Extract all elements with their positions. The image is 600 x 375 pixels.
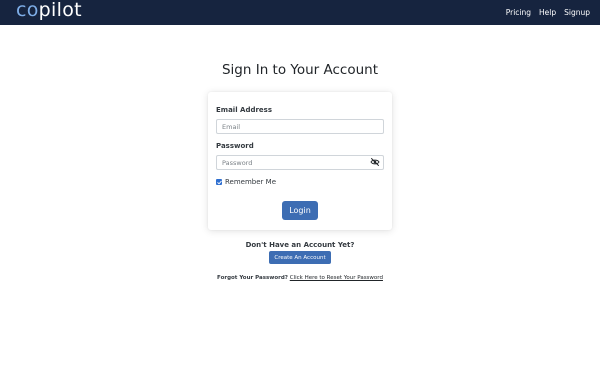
- page-title: Sign In to Your Account: [221, 62, 379, 78]
- remember-me-label: Remember Me: [225, 178, 276, 186]
- brand-logo-co: co: [16, 0, 39, 21]
- create-account-button[interactable]: Create An Account: [269, 251, 331, 264]
- password-label: Password: [216, 142, 254, 150]
- eye-slash-icon[interactable]: [370, 157, 380, 167]
- reset-password-link[interactable]: Click Here to Reset Your Password: [290, 275, 383, 281]
- nav-link-signup[interactable]: Signup: [564, 8, 590, 17]
- remember-me-row: Remember Me: [216, 178, 276, 186]
- forgot-password-row: Forgot Your Password? Click Here to Rese…: [0, 275, 600, 281]
- nav-link-help[interactable]: Help: [539, 8, 556, 17]
- nav-link-pricing[interactable]: Pricing: [506, 8, 531, 17]
- nav-links: Pricing Help Signup: [506, 8, 590, 17]
- top-navbar: co pilot Pricing Help Signup: [0, 0, 600, 25]
- brand-logo[interactable]: co pilot: [16, 0, 82, 23]
- brand-logo-pilot: pilot: [38, 0, 82, 21]
- email-label: Email Address: [216, 106, 273, 114]
- no-account-prompt: Don't Have an Account Yet?: [245, 241, 355, 249]
- login-button[interactable]: Login: [282, 201, 318, 220]
- login-card: Email Address Password Remember Me Login: [208, 92, 392, 230]
- email-input[interactable]: [216, 119, 384, 134]
- forgot-password-label: Forgot Your Password?: [217, 275, 288, 281]
- password-input[interactable]: [216, 155, 384, 170]
- checkmark-icon: [216, 180, 222, 184]
- remember-me-checkbox[interactable]: [216, 179, 222, 185]
